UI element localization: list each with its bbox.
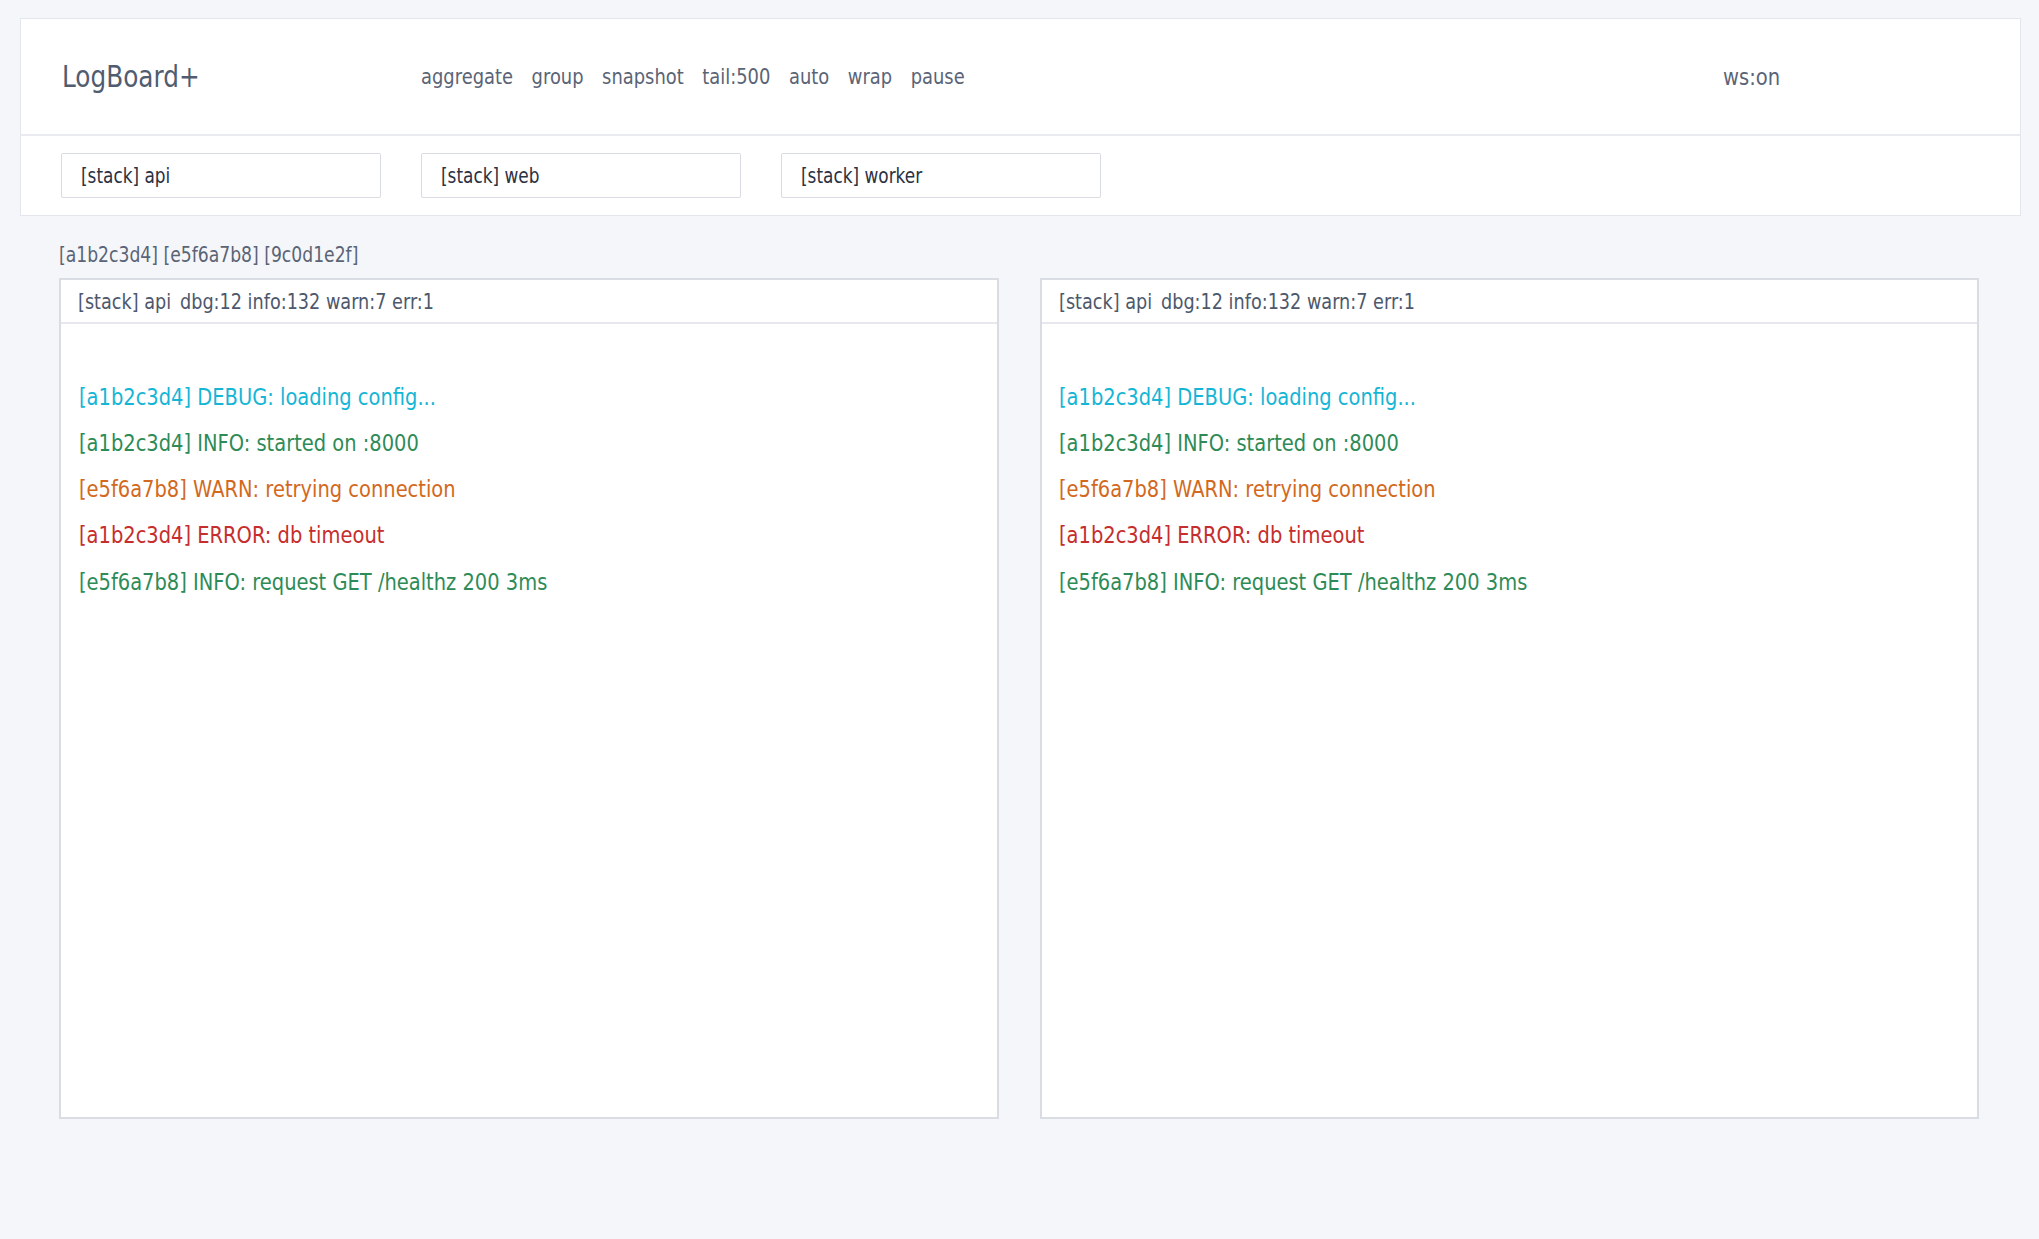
filter-value: [stack] worker (801, 164, 922, 188)
filter-input-3[interactable]: [stack] worker (781, 153, 1101, 198)
menu-item-snapshot[interactable]: snapshot (602, 64, 684, 89)
log-panels: [stack] api dbg:12 info:132 warn:7 err:1… (59, 278, 1979, 1119)
log-line-text: [a1b2c3d4] INFO: started on :8000 (1059, 420, 1399, 466)
log-line-error: [a1b2c3d4] ERROR: db timeout (1059, 512, 1959, 558)
log-line-text: [a1b2c3d4] ERROR: db timeout (79, 512, 384, 558)
log-line-text: [e5f6a7b8] INFO: request GET /healthz 20… (1059, 559, 1527, 605)
log-line-info: [e5f6a7b8] INFO: request GET /healthz 20… (79, 559, 979, 605)
panel-title: [stack] api dbg:12 info:132 warn:7 err:1 (78, 289, 434, 314)
filter-value: [stack] api (81, 164, 170, 188)
log-line-error: [a1b2c3d4] ERROR: db timeout (79, 512, 979, 558)
log-area: [a1b2c3d4] DEBUG: loading config...[a1b2… (1042, 324, 1978, 605)
log-line-text: [e5f6a7b8] WARN: retrying connection (79, 466, 456, 512)
menu-item-tail-500[interactable]: tail:500 (702, 64, 770, 89)
menu-item-auto[interactable]: auto (789, 64, 829, 89)
log-line-text: [e5f6a7b8] INFO: request GET /healthz 20… (79, 559, 547, 605)
menu-item-pause[interactable]: pause (911, 64, 965, 89)
log-line-warn: [e5f6a7b8] WARN: retrying connection (1059, 466, 1959, 512)
top-chrome: LogBoard+ aggregate group snapshot tail:500… (20, 18, 2021, 216)
menu-bar: aggregate group snapshot tail:500 auto wrappa… (421, 64, 965, 89)
filter-input-2[interactable]: [stack] web (421, 153, 741, 198)
trace-tags: [a1b2c3d4] [e5f6a7b8] [9c0d1e2f] (59, 240, 358, 270)
ws-status: ws:on (1723, 63, 1780, 91)
log-line-text: [e5f6a7b8] WARN: retrying connection (1059, 466, 1436, 512)
log-line-text: [a1b2c3d4] INFO: started on :8000 (79, 420, 419, 466)
log-line-debug: [a1b2c3d4] DEBUG: loading config... (79, 374, 979, 420)
panel-title: [stack] api dbg:12 info:132 warn:7 err:1 (1059, 289, 1415, 314)
filter-bar: [stack] api [stack] web [stack] worker (21, 136, 2020, 215)
log-line-info: [a1b2c3d4] INFO: started on :8000 (1059, 420, 1959, 466)
log-line-info: [a1b2c3d4] INFO: started on :8000 (79, 420, 979, 466)
log-line-text: [a1b2c3d4] DEBUG: loading config... (79, 374, 436, 420)
log-line-debug: [a1b2c3d4] DEBUG: loading config... (1059, 374, 1959, 420)
menu-item-aggregate[interactable]: aggregate (421, 64, 513, 89)
log-line-text: [a1b2c3d4] ERROR: db timeout (1059, 512, 1364, 558)
header-bar: LogBoard+ aggregate group snapshot tail:500… (21, 19, 2020, 136)
panel-header: [stack] api dbg:12 info:132 warn:7 err:1 (61, 280, 997, 324)
log-line-text: [a1b2c3d4] DEBUG: loading config... (1059, 374, 1416, 420)
menu-item-wrap[interactable]: wrap (848, 64, 892, 89)
panel-header: [stack] api dbg:12 info:132 warn:7 err:1 (1042, 280, 1978, 324)
log-panel-right: [stack] api dbg:12 info:132 warn:7 err:1… (1040, 278, 1980, 1119)
menu-item-group[interactable]: group (532, 64, 584, 89)
filter-input-1[interactable]: [stack] api (61, 153, 381, 198)
filter-value: [stack] web (441, 164, 539, 188)
log-line-warn: [e5f6a7b8] WARN: retrying connection (79, 466, 979, 512)
log-panel-left: [stack] api dbg:12 info:132 warn:7 err:1… (59, 278, 999, 1119)
log-area: [a1b2c3d4] DEBUG: loading config...[a1b2… (61, 324, 997, 605)
log-line-info: [e5f6a7b8] INFO: request GET /healthz 20… (1059, 559, 1959, 605)
app-title: LogBoard+ (62, 59, 200, 94)
